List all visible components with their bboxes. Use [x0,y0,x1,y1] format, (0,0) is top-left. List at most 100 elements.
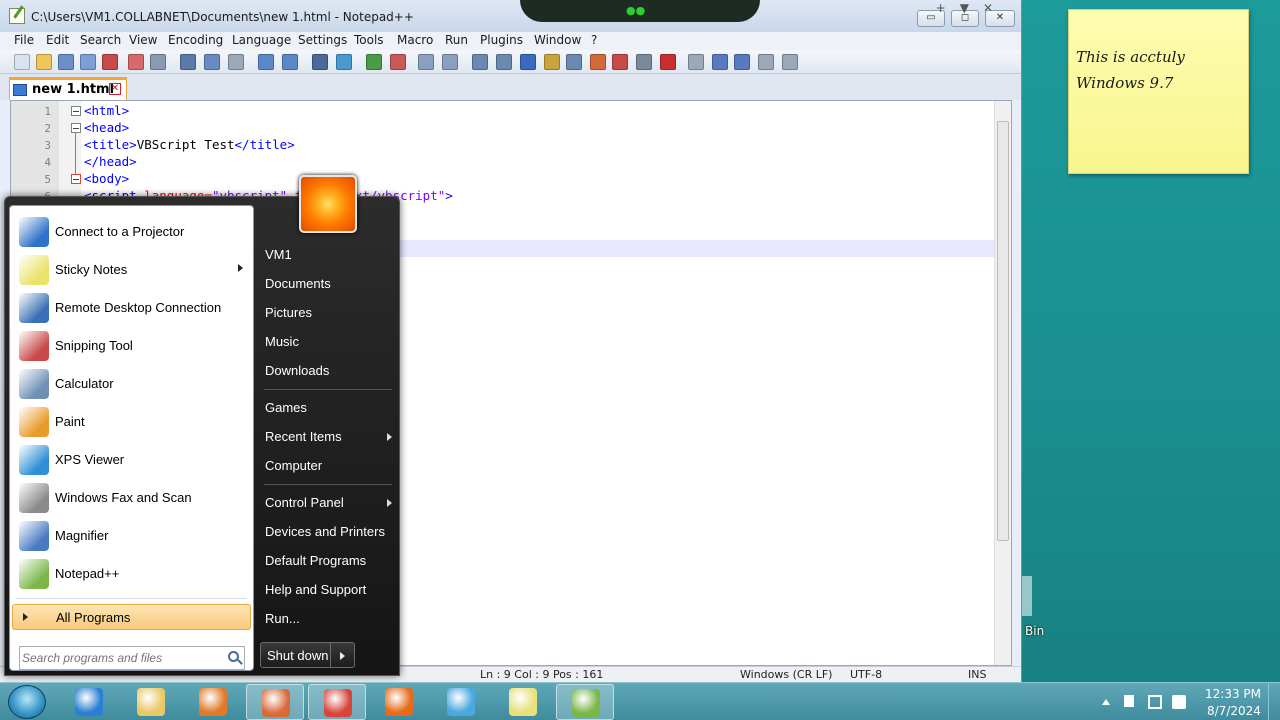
fold-toggle-icon[interactable] [71,174,81,184]
menu-window[interactable]: Window [534,33,581,47]
recycle-bin-icon[interactable] [1022,576,1032,616]
menu-encoding[interactable]: Encoding [168,33,223,47]
toolbar-tool-icon[interactable] [282,54,298,70]
shut-down-button[interactable]: Shut down [260,642,331,668]
vertical-scrollbar[interactable] [994,101,1011,665]
taskbar-button[interactable] [60,684,118,720]
volume-muted-icon[interactable] [1172,695,1186,709]
program-windows-fax-and-scan[interactable]: Windows Fax and Scan [14,480,251,516]
toolbar-tool-icon[interactable] [180,54,196,70]
place-default-programs[interactable]: Default Programs [260,548,396,574]
taskbar-button[interactable] [308,684,366,720]
toolbar-tool-icon[interactable] [204,54,220,70]
toolbar-tool-icon[interactable] [712,54,728,70]
toolbar-tool-icon[interactable] [496,54,512,70]
toolbar-tool-icon[interactable] [590,54,606,70]
menu-search[interactable]: Search [80,33,121,47]
menu-language[interactable]: Language [232,33,291,47]
place-vm1[interactable]: VM1 [260,242,396,268]
menu-right-controls[interactable]: +▼✕ [936,1,1007,15]
toolbar-tool-icon[interactable] [688,54,704,70]
recycle-bin-label[interactable]: Bin [1025,624,1044,638]
place-devices-and-printers[interactable]: Devices and Printers [260,519,396,545]
toolbar-tool-icon[interactable] [782,54,798,70]
program-magnifier[interactable]: Magnifier [14,518,251,554]
user-picture-avatar[interactable] [299,175,357,233]
place-downloads[interactable]: Downloads [260,358,396,384]
program-connect-to-a-projector[interactable]: Connect to a Projector [14,214,251,250]
search-icon[interactable] [228,651,239,662]
program-calculator[interactable]: Calculator [14,366,251,402]
shut-down-options-button[interactable] [331,642,355,668]
toolbar-tool-icon[interactable] [520,54,536,70]
toolbar-tool-icon[interactable] [566,54,582,70]
toolbar-tool-icon[interactable] [390,54,406,70]
program-notepad[interactable]: Notepad++ [14,556,251,592]
start-button[interactable] [8,685,46,719]
toolbar-tool-icon[interactable] [150,54,166,70]
toolbar-tool-icon[interactable] [258,54,274,70]
program-snipping-tool[interactable]: Snipping Tool [14,328,251,364]
toolbar-tool-icon[interactable] [366,54,382,70]
toolbar-tool-icon[interactable] [14,54,30,70]
place-music[interactable]: Music [260,329,396,355]
clock-time[interactable]: 12:33 PM [1205,687,1261,701]
code-line[interactable]: <html> [84,103,129,118]
taskbar-button[interactable] [556,684,614,720]
code-line[interactable]: <head> [84,120,129,135]
search-input[interactable] [22,649,218,667]
toolbar-tool-icon[interactable] [36,54,52,70]
code-line[interactable]: <body> [84,171,129,186]
sticky-note[interactable]: This is acctuly Windows 9.7 [1068,9,1249,174]
menu-help[interactable]: ? [591,33,597,47]
toolbar-tool-icon[interactable] [128,54,144,70]
place-games[interactable]: Games [260,395,396,421]
toolbar-tool-icon[interactable] [660,54,676,70]
tab-close-icon[interactable]: ✕ [109,83,121,95]
title-bar[interactable]: C:\Users\VM1.COLLABNET\Documents\new 1.h… [0,0,1021,32]
taskbar-button[interactable] [432,684,490,720]
menu-tools[interactable]: Tools [354,33,384,47]
all-programs-button[interactable]: All Programs [12,604,251,630]
sticky-note-text[interactable]: This is acctuly Windows 9.7 [1076,44,1241,96]
chevron-right-icon[interactable] [238,264,243,272]
menu-edit[interactable]: Edit [46,33,69,47]
start-search-box[interactable] [19,646,245,670]
place-computer[interactable]: Computer [260,453,396,479]
place-run[interactable]: Run... [260,606,396,632]
scrollbar-thumb[interactable] [997,121,1009,541]
action-center-flag-icon[interactable] [1124,695,1134,707]
place-help-and-support[interactable]: Help and Support [260,577,396,603]
menu-settings[interactable]: Settings [298,33,347,47]
toolbar-tool-icon[interactable] [80,54,96,70]
program-paint[interactable]: Paint [14,404,251,440]
place-control-panel[interactable]: Control Panel [260,490,396,516]
toolbar-tool-icon[interactable] [228,54,244,70]
menu-view[interactable]: View [129,33,157,47]
fold-toggle-icon[interactable] [71,106,81,116]
menu-run[interactable]: Run [445,33,468,47]
tab-new-1-html[interactable]: new 1.html ✕ [9,77,127,100]
menu-macro[interactable]: Macro [397,33,433,47]
program-remote-desktop-connection[interactable]: Remote Desktop Connection [14,290,251,326]
fold-toggle-icon[interactable] [71,123,81,133]
taskbar-button[interactable] [246,684,304,720]
toolbar-tool-icon[interactable] [734,54,750,70]
taskbar-button[interactable] [370,684,428,720]
show-desktop-button[interactable] [1268,683,1280,720]
toolbar-tool-icon[interactable] [544,54,560,70]
place-recent-items[interactable]: Recent Items [260,424,396,450]
code-line[interactable]: </head> [84,154,137,169]
show-hidden-icons-icon[interactable] [1102,699,1110,705]
place-documents[interactable]: Documents [260,271,396,297]
menu-file[interactable]: File [14,33,34,47]
program-sticky-notes[interactable]: Sticky Notes [14,252,251,288]
taskbar-button[interactable] [184,684,242,720]
network-tray-icon[interactable] [1148,695,1162,709]
toolbar-tool-icon[interactable] [442,54,458,70]
toolbar-tool-icon[interactable] [612,54,628,70]
toolbar-tool-icon[interactable] [58,54,74,70]
taskbar-button[interactable] [122,684,180,720]
toolbar-tool-icon[interactable] [336,54,352,70]
clock-date[interactable]: 8/7/2024 [1207,704,1261,718]
